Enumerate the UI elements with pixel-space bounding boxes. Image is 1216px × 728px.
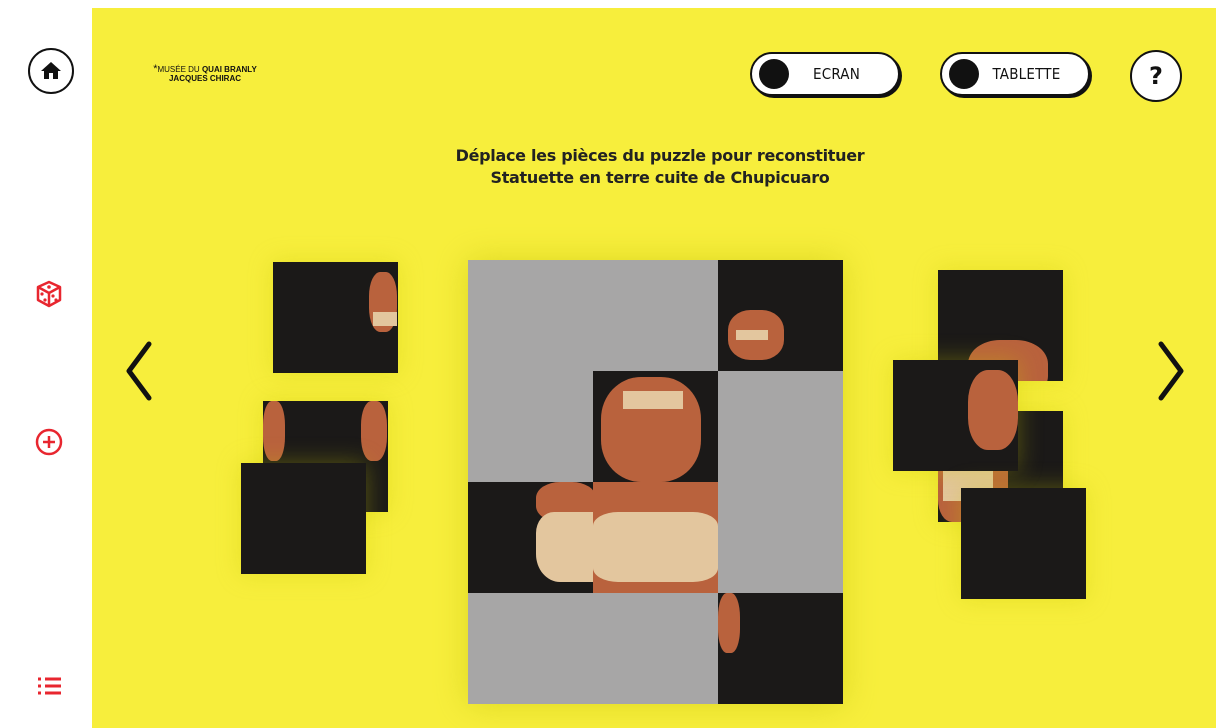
puzzle-piece[interactable] bbox=[718, 593, 843, 704]
chevron-left-icon bbox=[126, 341, 152, 401]
next-button[interactable] bbox=[1152, 336, 1192, 406]
help-button[interactable]: ? bbox=[1130, 50, 1182, 102]
puzzle-piece[interactable] bbox=[593, 482, 718, 593]
menu-button[interactable] bbox=[33, 670, 65, 702]
home-button[interactable] bbox=[28, 48, 74, 94]
tray-piece[interactable] bbox=[961, 488, 1086, 599]
tablet-toggle-label: TABLETTE bbox=[992, 65, 1061, 83]
tray-piece[interactable] bbox=[273, 262, 398, 373]
add-button[interactable] bbox=[33, 426, 65, 458]
tray-piece[interactable] bbox=[893, 360, 1018, 471]
list-icon bbox=[38, 677, 61, 695]
puzzle-board bbox=[468, 260, 843, 704]
dice-icon bbox=[36, 280, 62, 308]
empty-slot[interactable] bbox=[468, 371, 593, 482]
puzzle-piece[interactable] bbox=[718, 260, 843, 371]
museum-logo[interactable]: *MUSÉE DU QUAI BRANLY JACQUES CHIRAC bbox=[125, 64, 285, 84]
logo-line1: MUSÉE DU bbox=[157, 65, 200, 74]
chevron-right-icon bbox=[1158, 341, 1184, 401]
screen-toggle[interactable]: ECRAN bbox=[750, 52, 900, 96]
toggle-knob bbox=[949, 59, 979, 89]
screen-toggle-label: ECRAN bbox=[812, 65, 861, 83]
help-icon: ? bbox=[1149, 62, 1163, 90]
instructions: Déplace les pièces du puzzle pour recons… bbox=[380, 145, 940, 189]
instructions-line1: Déplace les pièces du puzzle pour recons… bbox=[455, 146, 865, 165]
left-rail bbox=[0, 0, 92, 728]
puzzle-piece[interactable] bbox=[468, 482, 593, 593]
empty-slot[interactable] bbox=[718, 371, 843, 482]
empty-slot[interactable] bbox=[718, 482, 843, 593]
tray-piece[interactable] bbox=[241, 463, 366, 574]
empty-slot[interactable] bbox=[468, 593, 593, 704]
logo-line1-bold: QUAI BRANLY bbox=[201, 65, 257, 74]
instructions-line2: Statuette en terre cuite de Chupicuaro bbox=[490, 168, 830, 187]
puzzle-piece[interactable] bbox=[593, 371, 718, 482]
toggle-knob bbox=[759, 59, 789, 89]
plus-circle-icon bbox=[35, 428, 63, 456]
previous-button[interactable] bbox=[118, 336, 158, 406]
logo-line2: JACQUES CHIRAC bbox=[168, 74, 241, 83]
empty-slot[interactable] bbox=[593, 593, 718, 704]
empty-slot[interactable] bbox=[468, 260, 593, 371]
tablet-toggle[interactable]: TABLETTE bbox=[940, 52, 1090, 96]
home-icon bbox=[41, 62, 61, 79]
empty-slot[interactable] bbox=[593, 260, 718, 371]
random-button[interactable] bbox=[33, 278, 65, 310]
